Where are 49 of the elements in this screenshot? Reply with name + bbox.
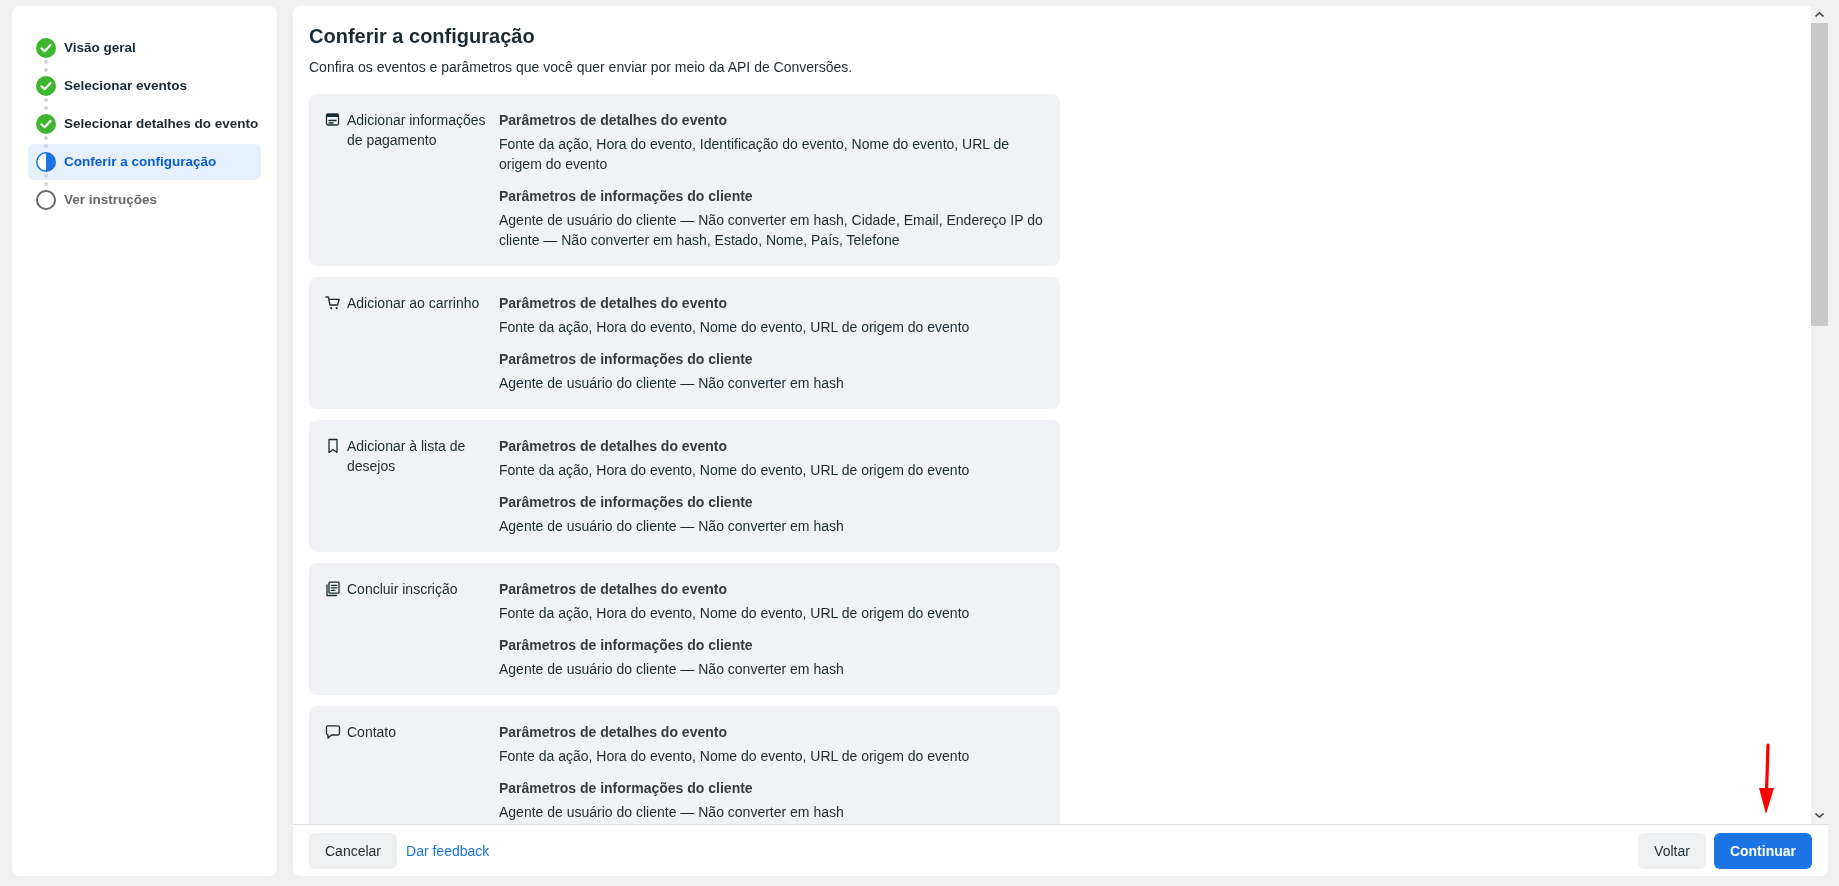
event-name: Adicionar informações de pagamento: [347, 111, 487, 150]
section-heading: Parâmetros de detalhes do evento: [499, 437, 728, 456]
step-item[interactable]: Selecionar eventos: [28, 68, 261, 104]
dotted-connector: [44, 136, 48, 148]
section-heading: Parâmetros de informações do cliente: [499, 493, 754, 512]
section-heading: Parâmetros de detalhes do evento: [499, 294, 728, 313]
section-heading: Parâmetros de detalhes do evento: [499, 580, 728, 599]
chevron-down-icon: [1815, 813, 1824, 818]
event-name: Adicionar à lista de desejos: [347, 437, 467, 476]
section-heading: Parâmetros de informações do cliente: [499, 636, 754, 655]
step-item[interactable]: Conferir a configuração: [28, 144, 261, 180]
page-title: Conferir a configuração: [309, 24, 536, 48]
parameter-list: Fonte da ação, Hora do evento, Identificação do evento, Nome do evento, URL de origem do evento: [499, 134, 1044, 174]
step-item[interactable]: Visão geral: [28, 30, 261, 66]
dotted-connector: [44, 174, 48, 186]
parameter-list: Fonte da ação, Hora do evento, Nome do evento, URL de origem do evento: [499, 317, 1044, 337]
parameter-list: Fonte da ação, Hora do evento, Nome do evento, URL de origem do evento: [499, 460, 1044, 480]
parameter-list: Agente de usuário do cliente — Não converter em hash, Cidade, Email, Endereço IP do cliente — Não converter em hash, Estado, Nome, País, Telefone: [499, 210, 1044, 250]
parameter-list: Fonte da ação, Hora do evento, Nome do evento, URL de origem do evento: [499, 603, 1044, 623]
speech-bubble-icon: [325, 724, 341, 740]
section-heading: Parâmetros de detalhes do evento: [499, 111, 728, 130]
section-heading: Parâmetros de informações do cliente: [499, 350, 754, 369]
parameter-list: Agente de usuário do cliente — Não converter em hash: [499, 659, 1044, 679]
chevron-up-icon: [1815, 12, 1824, 17]
back-button[interactable]: Voltar: [1638, 832, 1706, 869]
parameter-list: Fonte da ação, Hora do evento, Nome do evento, URL de origem do evento: [499, 746, 1044, 766]
section-heading: Parâmetros de detalhes do evento: [499, 723, 728, 742]
scrollbar-thumb[interactable]: [1811, 23, 1828, 326]
event-name: Contato: [347, 723, 397, 742]
bookmark-icon: [325, 438, 341, 454]
feedback-link[interactable]: Dar feedback: [406, 840, 490, 861]
section-heading: Parâmetros de informações do cliente: [499, 779, 754, 798]
section-heading: Parâmetros de informações do cliente: [499, 187, 754, 206]
annotation-arrow: [1757, 743, 1775, 814]
cart-icon: [325, 295, 341, 311]
parameter-list: Agente de usuário do cliente — Não converter em hash: [499, 516, 1044, 536]
event-name: Adicionar ao carrinho: [347, 294, 480, 313]
event-name: Concluir inscrição: [347, 580, 458, 599]
cancel-button[interactable]: Cancelar: [309, 832, 398, 869]
step-item[interactable]: Selecionar detalhes do evento: [28, 106, 261, 142]
credit-card-icon: [325, 112, 341, 128]
dotted-connector: [44, 98, 48, 110]
continue-button[interactable]: Continuar: [1713, 832, 1812, 869]
parameter-list: Agente de usuário do cliente — Não converter em hash: [499, 802, 1044, 822]
documents-icon: [325, 581, 341, 597]
parameter-list: Agente de usuário do cliente — Não converter em hash: [499, 373, 1044, 393]
step-item[interactable]: Ver instruções: [28, 182, 261, 218]
page-description: Confira os eventos e parâmetros que você quer enviar por meio da API de Conversões.: [309, 58, 854, 77]
dotted-connector: [44, 60, 48, 72]
